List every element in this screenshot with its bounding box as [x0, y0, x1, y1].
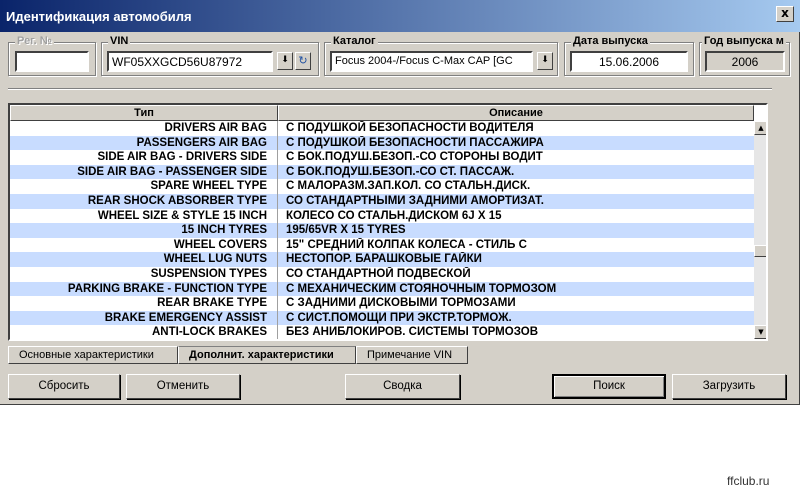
table-row[interactable]: BRAKE EMERGENCY ASSIST С СИСТ.ПОМОЩИ ПРИ … — [10, 310, 754, 326]
cell-description: С ЗАДНИМИ ДИСКОВЫМИ ТОРМОЗАМИ — [286, 297, 516, 310]
load-button[interactable]: Загрузить — [672, 374, 786, 399]
catalog-select[interactable]: Focus 2004-/Focus C-Max CAP [GC — [330, 51, 533, 72]
vin-group: VIN WF05XXGCD56U87972 ⬇ ↻ — [101, 35, 319, 76]
cell-type: SIDE AIR BAG - PASSENGER SIDE — [10, 164, 278, 180]
table-row[interactable]: PARKING BRAKE - FUNCTION TYPE С МЕХАНИЧЕС… — [10, 281, 754, 297]
table-row[interactable]: WHEEL SIZE & STYLE 15 INCH КОЛЕСО СО СТАЛ… — [10, 208, 754, 224]
scroll-thumb[interactable] — [754, 245, 766, 258]
catalog-dropdown-icon[interactable]: ⬇ — [537, 52, 553, 70]
cell-type: ANTI-LOCK BRAKES — [10, 325, 278, 339]
release-date-field[interactable]: 15.06.2006 — [570, 51, 688, 72]
cell-type: PASSENGERS AIR BAG — [10, 135, 278, 151]
table-row[interactable]: ANTI-LOCK BRAKES БЕЗ АНИБЛОКИРОВ. СИСТЕМЫ… — [10, 325, 754, 339]
cell-type: SIDE AIR BAG - DRIVERS SIDE — [10, 150, 278, 165]
scroll-up-icon[interactable]: ▲ — [754, 121, 766, 135]
tab-strip: Основные характеристики Дополнит. характе… — [8, 346, 468, 364]
grid-rows: DRIVERS AIR BAG С ПОДУШКОЙ БЕЗОПАСНОСТИ В… — [10, 121, 754, 339]
divider — [8, 88, 772, 90]
catalog-label: Каталог — [331, 35, 378, 47]
cancel-button[interactable]: Отменить — [126, 374, 240, 399]
characteristics-grid[interactable]: Тип Описание DRIVERS AIR BAG С ПОДУШКОЙ Б… — [8, 103, 768, 341]
cell-description: БЕЗ АНИБЛОКИРОВ. СИСТЕМЫ ТОРМОЗОВ — [286, 326, 538, 339]
release-year-label: Год выпуска м — [702, 35, 786, 47]
watermark: ffclub.ru — [727, 474, 770, 488]
table-row[interactable]: REAR SHOCK ABSORBER TYPE СО СТАНДАРТНЫМИ … — [10, 193, 754, 209]
reg-no-label: Рег. № — [15, 35, 55, 47]
cell-description: КОЛЕСО СО СТАЛЬН.ДИСКОМ 6J X 15 — [286, 209, 502, 222]
release-year-field: 2006 — [705, 51, 785, 72]
cell-description: СО СТАНДАРТНЫМИ ЗАДНИМИ АМОРТИЗАТ. — [286, 194, 544, 207]
cell-description: 195/65VR X 15 TYRES — [286, 224, 406, 237]
cell-description: С СИСТ.ПОМОЩИ ПРИ ЭКСТР.ТОРМОЖ. — [286, 311, 512, 324]
table-row[interactable]: DRIVERS AIR BAG С ПОДУШКОЙ БЕЗОПАСНОСТИ В… — [10, 121, 754, 136]
release-date-group: Дата выпуска 15.06.2006 — [564, 35, 694, 76]
cell-type: REAR BRAKE TYPE — [10, 296, 278, 311]
table-row[interactable]: SUSPENSION TYPES СО СТАНДАРТНОЙ ПОДВЕСКОЙ — [10, 266, 754, 282]
reg-no-group: Рег. № — [8, 35, 96, 76]
table-row[interactable]: SIDE AIR BAG - PASSENGER SIDE С БОК.ПОДУШ… — [10, 164, 754, 180]
identification-window: Идентификация автомобиля x Рег. № VIN WF… — [0, 0, 800, 405]
cell-type: WHEEL COVERS — [10, 237, 278, 253]
vin-label: VIN — [108, 35, 131, 47]
cell-description: НЕСТОПОР. БАРАШКОВЫЕ ГАЙКИ — [286, 253, 482, 266]
cell-type: BRAKE EMERGENCY ASSIST — [10, 310, 278, 326]
release-year-group: Год выпуска м 2006 — [699, 35, 790, 76]
cell-description: С МЕХАНИЧЕСКИМ СТОЯНОЧНЫМ ТОРМОЗОМ — [286, 282, 557, 295]
cell-description: СО СТАНДАРТНОЙ ПОДВЕСКОЙ — [286, 267, 471, 280]
catalog-group: Каталог Focus 2004-/Focus C-Max CAP [GC … — [324, 35, 558, 76]
table-row[interactable]: WHEEL COVERS 15" СРЕДНИЙ КОЛПАК КОЛЕСА - … — [10, 237, 754, 253]
cell-type: PARKING BRAKE - FUNCTION TYPE — [10, 281, 278, 297]
cell-description: С БОК.ПОДУШ.БЕЗОП.-СО СТ. ПАССАЖ. — [286, 165, 515, 178]
reg-no-input[interactable] — [15, 51, 89, 72]
title-bar[interactable]: Идентификация автомобиля x — [0, 0, 800, 32]
cell-type: REAR SHOCK ABSORBER TYPE — [10, 193, 278, 209]
cell-description: С ПОДУШКОЙ БЕЗОПАСНОСТИ ВОДИТЕЛЯ — [286, 122, 534, 134]
cell-type: WHEEL SIZE & STYLE 15 INCH — [10, 208, 278, 224]
save-down-icon[interactable]: ⬇ — [277, 52, 293, 70]
table-row[interactable]: REAR BRAKE TYPE С ЗАДНИМИ ДИСКОВЫМИ ТОРМО… — [10, 296, 754, 311]
reset-button[interactable]: Сбросить — [8, 374, 120, 399]
grid-header: Тип Описание — [10, 105, 754, 121]
tab-1[interactable]: Дополнит. характеристики — [178, 346, 356, 364]
vin-input[interactable]: WF05XXGCD56U87972 — [107, 51, 273, 72]
table-row[interactable]: SIDE AIR BAG - DRIVERS SIDE С БОК.ПОДУШ.Б… — [10, 150, 754, 165]
column-header-description[interactable]: Описание — [278, 105, 754, 121]
tab-2[interactable]: Примечание VIN — [356, 346, 468, 364]
search-button[interactable]: Поиск — [552, 374, 666, 399]
close-button[interactable]: x — [776, 6, 794, 22]
cell-type: 15 INCH TYRES — [10, 223, 278, 238]
table-row[interactable]: PASSENGERS AIR BAG С ПОДУШКОЙ БЕЗОПАСНОСТ… — [10, 135, 754, 151]
window-title: Идентификация автомобиля — [6, 9, 192, 24]
cell-description: 15" СРЕДНИЙ КОЛПАК КОЛЕСА - СТИЛЬ С — [286, 238, 527, 251]
refresh-icon[interactable]: ↻ — [295, 52, 311, 70]
cell-description: С МАЛОРАЗМ.ЗАП.КОЛ. СО СТАЛЬН.ДИСК. — [286, 180, 531, 193]
cell-description: С БОК.ПОДУШ.БЕЗОП.-СО СТОРОНЫ ВОДИТ — [286, 151, 543, 164]
tab-0[interactable]: Основные характеристики — [8, 346, 178, 364]
vertical-scrollbar[interactable]: ▲ ▼ — [754, 121, 766, 339]
scroll-down-icon[interactable]: ▼ — [754, 325, 766, 339]
table-row[interactable]: 15 INCH TYRES 195/65VR X 15 TYRES — [10, 223, 754, 238]
cell-type: SUSPENSION TYPES — [10, 266, 278, 282]
cell-type: SPARE WHEEL TYPE — [10, 179, 278, 194]
column-header-type[interactable]: Тип — [10, 105, 278, 121]
release-date-label: Дата выпуска — [571, 35, 650, 47]
table-row[interactable]: SPARE WHEEL TYPE С МАЛОРАЗМ.ЗАП.КОЛ. СО С… — [10, 179, 754, 194]
cell-type: DRIVERS AIR BAG — [10, 121, 278, 136]
table-row[interactable]: WHEEL LUG NUTS НЕСТОПОР. БАРАШКОВЫЕ ГАЙКИ — [10, 252, 754, 267]
cell-description: С ПОДУШКОЙ БЕЗОПАСНОСТИ ПАССАЖИРА — [286, 136, 544, 149]
summary-button[interactable]: Сводка — [345, 374, 460, 399]
cell-type: WHEEL LUG NUTS — [10, 252, 278, 267]
